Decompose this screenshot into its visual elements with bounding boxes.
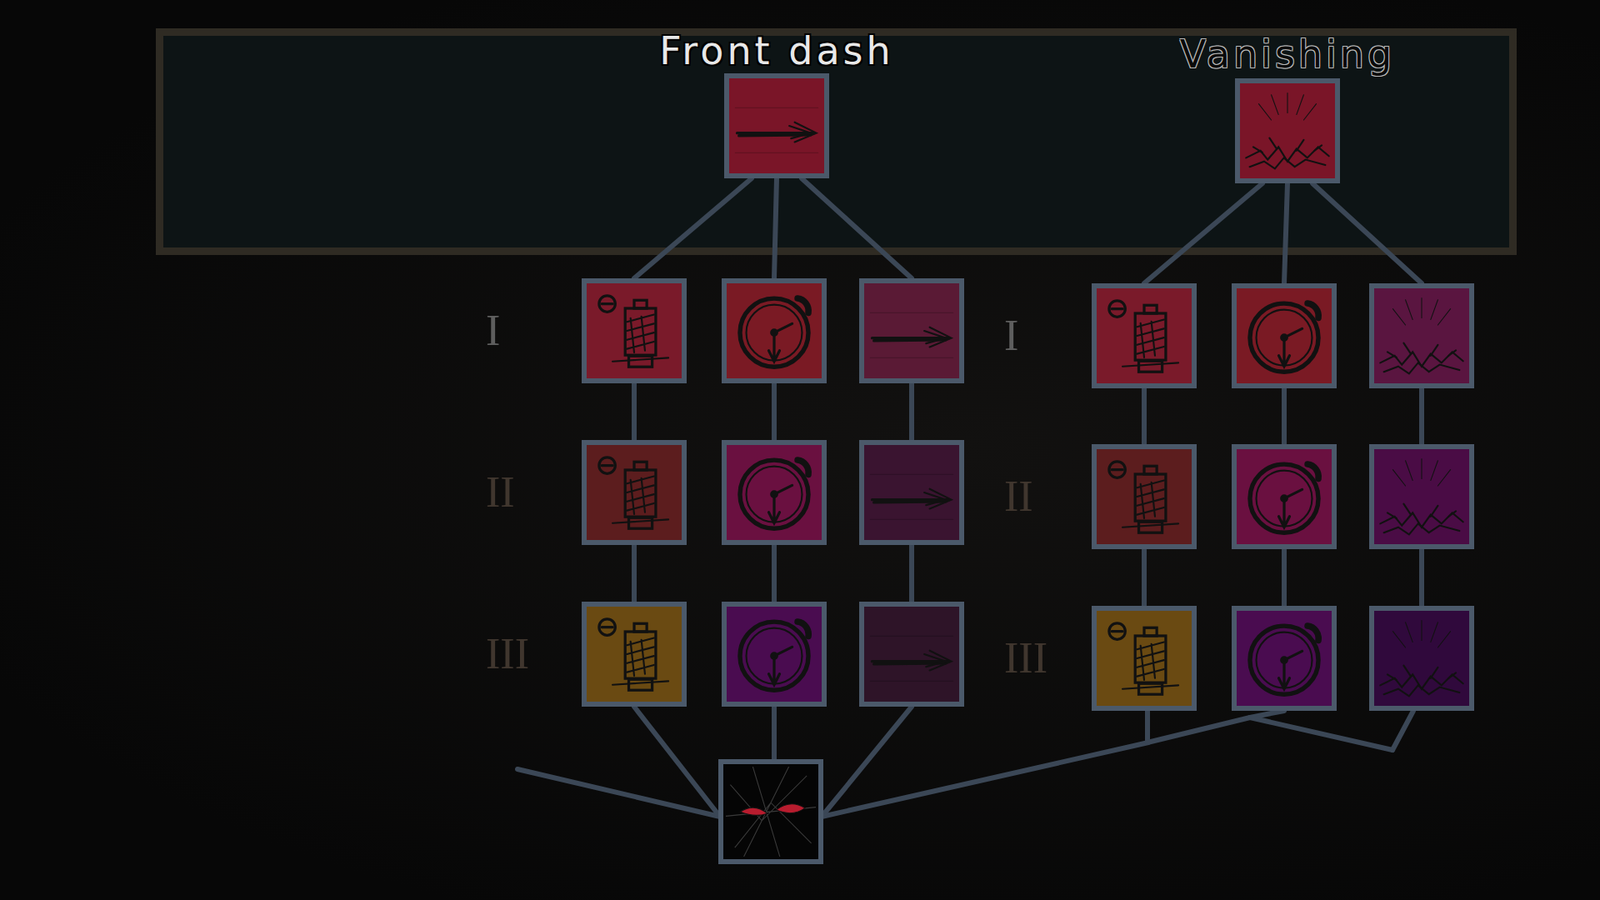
vanish-cracks-icon xyxy=(1376,290,1467,381)
skill-node[interactable] xyxy=(1231,283,1337,389)
skill-node[interactable] xyxy=(721,278,827,384)
skill-node[interactable] xyxy=(581,278,687,384)
dash-arrow-icon xyxy=(731,80,822,171)
dash-arrow-icon xyxy=(866,609,957,700)
tree-title: Front dash xyxy=(568,28,985,74)
skill-node[interactable] xyxy=(1231,444,1337,550)
skill-node[interactable] xyxy=(1369,283,1475,389)
tier-label: II xyxy=(1004,467,1034,526)
clock-cooldown-icon xyxy=(729,609,820,700)
skill-node[interactable] xyxy=(581,601,687,707)
red-eyes-icon xyxy=(725,766,816,857)
skill-node[interactable] xyxy=(859,440,965,545)
clock-cooldown-icon xyxy=(1239,451,1330,542)
root-skill-node[interactable] xyxy=(1235,78,1340,184)
skill-node[interactable] xyxy=(1369,605,1475,711)
dash-arrow-icon xyxy=(866,447,957,538)
battery-cost-icon xyxy=(1099,451,1190,542)
battery-cost-icon xyxy=(589,609,680,700)
vanish-cracks-icon xyxy=(1376,613,1467,704)
clock-cooldown-icon xyxy=(729,285,820,376)
tier-label: II xyxy=(485,463,515,522)
skill-node[interactable] xyxy=(581,440,687,545)
skill-node[interactable] xyxy=(1369,444,1475,550)
ultimate-skill-node[interactable] xyxy=(718,759,824,865)
tree-title: Vanishing xyxy=(1079,31,1496,77)
battery-cost-icon xyxy=(1099,613,1190,704)
skill-node[interactable] xyxy=(721,440,827,545)
skill-node[interactable] xyxy=(1091,283,1197,389)
clock-cooldown-icon xyxy=(1239,613,1330,704)
skill-node[interactable] xyxy=(1231,605,1337,711)
tier-label: I xyxy=(485,301,500,360)
battery-cost-icon xyxy=(1099,290,1190,381)
clock-cooldown-icon xyxy=(729,447,820,538)
skill-node[interactable] xyxy=(859,601,965,707)
vanish-cracks-icon xyxy=(1242,85,1333,176)
tier-label: I xyxy=(1004,306,1019,365)
battery-cost-icon xyxy=(589,447,680,538)
skill-node[interactable] xyxy=(859,278,965,384)
root-skill-node[interactable] xyxy=(724,73,830,179)
skill-tree-screen: Front dashVanishingIIIIIIIIIIII xyxy=(0,0,1600,900)
skill-node[interactable] xyxy=(1091,605,1197,711)
vanish-cracks-icon xyxy=(1376,451,1467,542)
tier-label: III xyxy=(485,625,530,684)
tier-label: III xyxy=(1004,629,1048,688)
skill-node[interactable] xyxy=(721,601,827,707)
dash-arrow-icon xyxy=(866,285,957,376)
skill-node[interactable] xyxy=(1091,444,1197,550)
battery-cost-icon xyxy=(589,285,680,376)
clock-cooldown-icon xyxy=(1239,290,1330,381)
